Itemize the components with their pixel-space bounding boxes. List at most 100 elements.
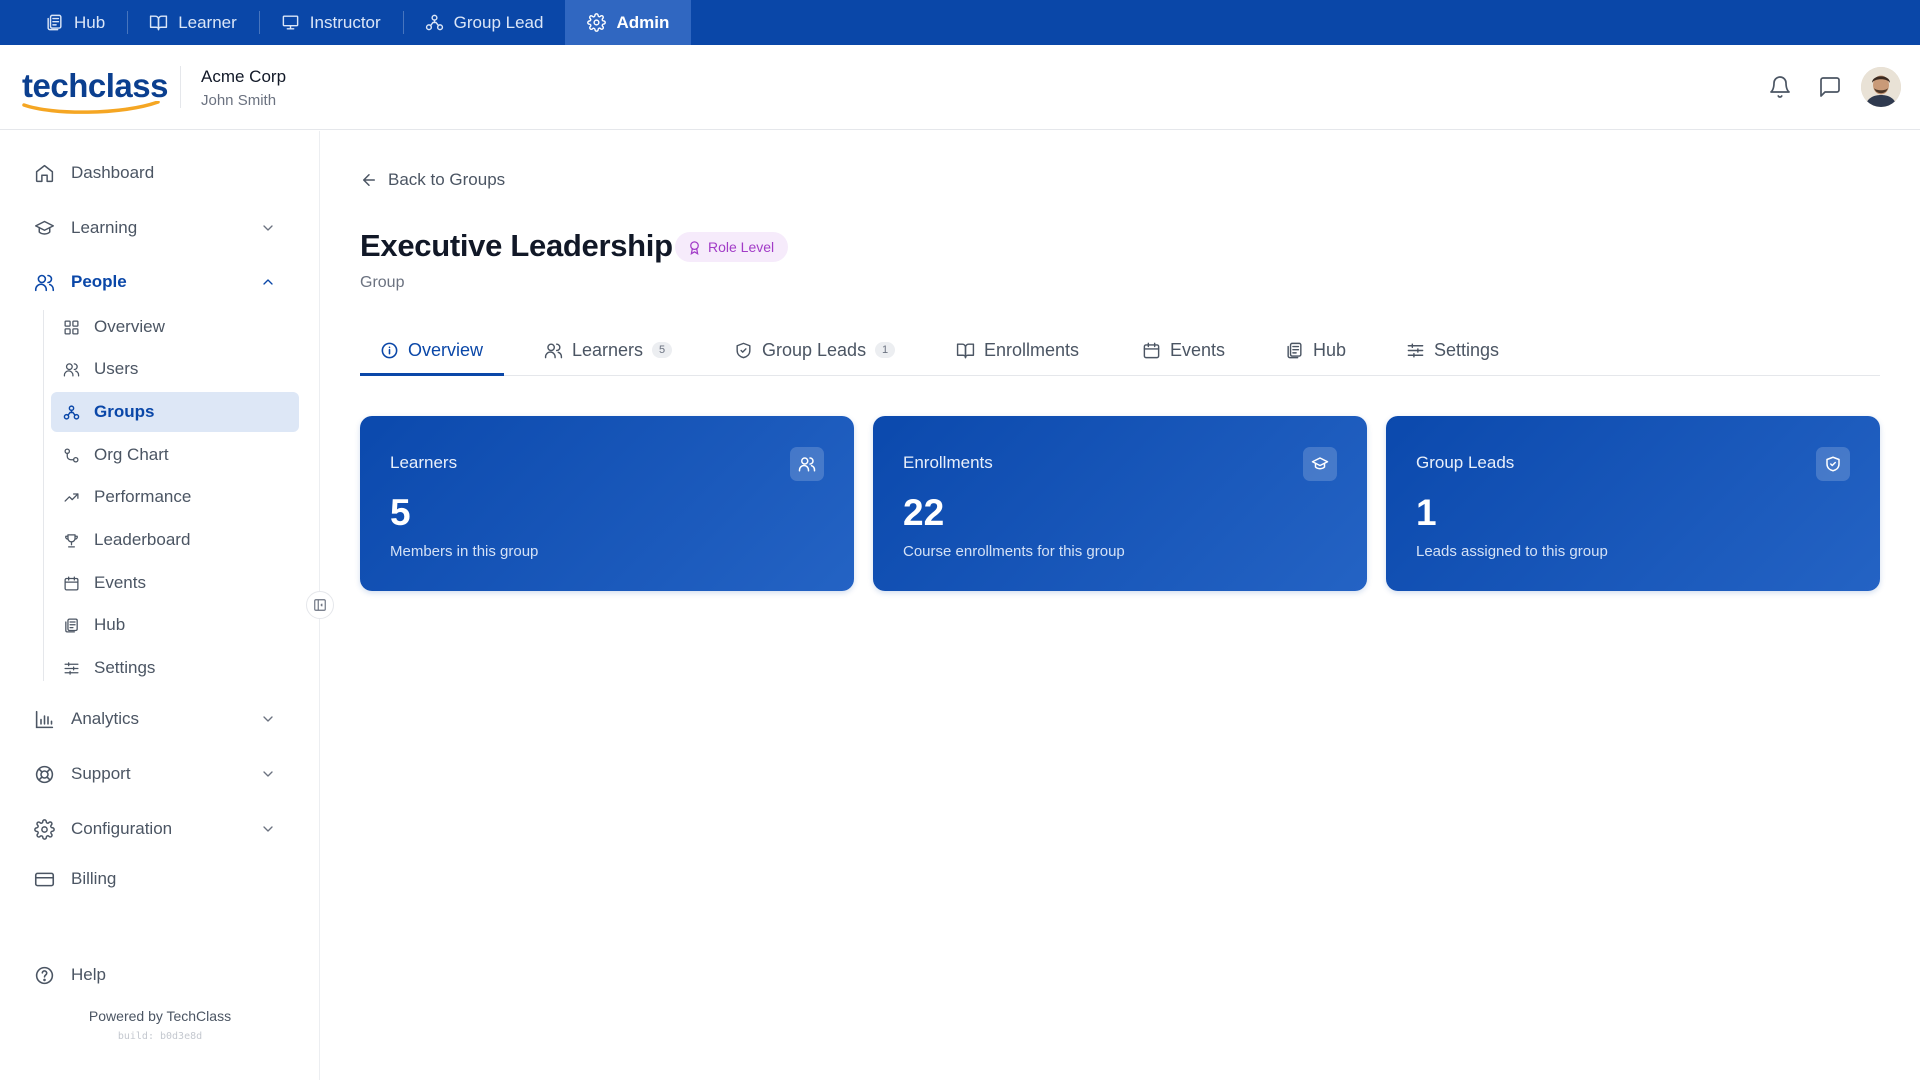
tab-settings[interactable]: Settings bbox=[1406, 324, 1499, 376]
tab-label: Overview bbox=[408, 339, 484, 360]
tab-learners[interactable]: Learners 5 bbox=[544, 324, 673, 376]
group-tabs: Overview Learners 5 Group Leads 1 Enroll… bbox=[360, 324, 1880, 376]
tab-label: Events bbox=[1170, 339, 1226, 360]
role-tab-learner[interactable]: Learner bbox=[127, 0, 259, 45]
stat-card-icon-box bbox=[1303, 447, 1337, 481]
logo-swoosh-icon bbox=[22, 101, 160, 114]
sidebar-item-label: Configuration bbox=[71, 819, 173, 838]
stat-card-label: Group Leads bbox=[1416, 453, 1515, 472]
sidebar-item-label: Help bbox=[71, 965, 106, 984]
stat-card-icon-box bbox=[790, 447, 824, 481]
sidebar-subitem-org-chart[interactable]: Org Chart bbox=[51, 435, 299, 475]
tab-label: Hub bbox=[1313, 339, 1347, 360]
role-tab-instructor[interactable]: Instructor bbox=[258, 0, 403, 45]
hub-icon bbox=[47, 14, 62, 31]
sidebar-subitem-label: Performance bbox=[94, 487, 192, 506]
org-name: Acme Corp bbox=[201, 67, 287, 86]
sidebar-subitem-groups[interactable]: Groups bbox=[51, 392, 299, 432]
bar-chart-icon bbox=[35, 710, 54, 728]
role-switcher-bar: Hub Learner Instructor Group Lead Admin bbox=[0, 0, 1920, 45]
tab-events[interactable]: Events bbox=[1142, 324, 1225, 376]
page-title: Executive Leadership bbox=[360, 228, 673, 263]
tab-enrollments[interactable]: Enrollments bbox=[956, 324, 1079, 376]
sidebar-subitem-label: Groups bbox=[94, 402, 155, 421]
tab-label: Enrollments bbox=[984, 339, 1080, 360]
sidebar-subitem-hub[interactable]: Hub bbox=[51, 605, 299, 645]
stat-card-description: Members in this group bbox=[390, 543, 539, 560]
header-divider bbox=[180, 66, 181, 108]
users-icon bbox=[544, 342, 563, 358]
sidebar-item-label: Learning bbox=[71, 218, 138, 237]
tab-label: Learners bbox=[572, 339, 644, 360]
collapse-sidebar-button[interactable] bbox=[306, 591, 334, 619]
tab-hub[interactable]: Hub bbox=[1285, 324, 1346, 376]
sidebar-subitem-label: Hub bbox=[94, 615, 126, 634]
sidebar-item-label: Billing bbox=[71, 869, 117, 888]
shield-icon bbox=[736, 342, 751, 358]
sidebar-item-help[interactable]: Help bbox=[30, 955, 290, 995]
sidebar-subitem-label: Org Chart bbox=[94, 445, 169, 464]
sidebar-item-people[interactable]: People bbox=[30, 262, 290, 302]
lifebuoy-icon bbox=[35, 765, 54, 783]
sidebar-subitem-overview[interactable]: Overview bbox=[51, 307, 299, 347]
org-switcher[interactable]: Acme Corp John Smith bbox=[201, 67, 286, 109]
role-tab-hub[interactable]: Hub bbox=[23, 0, 127, 45]
sidebar-subitem-leaderboard[interactable]: Leaderboard bbox=[51, 520, 299, 560]
stat-card-icon-box bbox=[1816, 447, 1850, 481]
role-tab-label: Instructor bbox=[309, 12, 381, 32]
sidebar-item-label: Analytics bbox=[71, 709, 140, 728]
sidebar: Dashboard Learning People Overview Users… bbox=[0, 131, 320, 1080]
users-icon bbox=[63, 362, 80, 377]
sidebar-subitem-label: Settings bbox=[94, 658, 156, 677]
tab-label: Settings bbox=[1434, 339, 1500, 360]
sidebar-subitem-performance[interactable]: Performance bbox=[51, 477, 299, 517]
gear-icon bbox=[587, 13, 607, 32]
org-chart-icon bbox=[64, 447, 79, 463]
shield-check-icon bbox=[1826, 456, 1840, 472]
tab-overview[interactable]: Overview bbox=[380, 324, 483, 376]
sidebar-subitem-label: Users bbox=[94, 359, 139, 378]
trophy-icon bbox=[65, 533, 78, 548]
stat-card-value: 5 bbox=[390, 492, 411, 533]
sidebar-item-label: Dashboard bbox=[71, 163, 155, 182]
techclass-logo[interactable]: techclass bbox=[22, 67, 168, 114]
tab-group-leads[interactable]: Group Leads 1 bbox=[734, 324, 896, 376]
credit-card-icon bbox=[34, 872, 55, 886]
chevron-down-icon bbox=[263, 716, 273, 722]
award-icon bbox=[690, 240, 699, 255]
role-level-badge: Role Level bbox=[675, 232, 789, 262]
role-tab-label: Admin bbox=[616, 12, 670, 32]
graduation-cap-icon bbox=[35, 220, 54, 235]
sidebar-item-label: Support bbox=[71, 764, 131, 783]
trend-icon bbox=[64, 492, 79, 502]
message-icon[interactable] bbox=[1818, 75, 1842, 99]
sidebar-subitem-events[interactable]: Events bbox=[51, 563, 299, 603]
sidebar-collapse-icon bbox=[314, 599, 326, 611]
user-avatar[interactable] bbox=[1861, 67, 1901, 107]
sidebar-item-analytics[interactable]: Analytics bbox=[30, 699, 290, 739]
presentation-icon bbox=[282, 15, 299, 30]
current-user-name: John Smith bbox=[201, 92, 277, 109]
role-tab-admin[interactable]: Admin bbox=[565, 0, 692, 45]
sidebar-item-learning[interactable]: Learning bbox=[30, 208, 290, 248]
group-icon bbox=[63, 404, 80, 420]
stat-card-value: 1 bbox=[1416, 492, 1437, 533]
sidebar-subitem-users[interactable]: Users bbox=[51, 349, 299, 389]
bell-icon[interactable] bbox=[1768, 75, 1792, 99]
role-tab-group-lead[interactable]: Group Lead bbox=[402, 0, 566, 45]
home-icon bbox=[35, 164, 54, 182]
tab-label: Group Leads bbox=[762, 339, 867, 360]
stat-card-value: 22 bbox=[903, 492, 945, 533]
group-leads-count-badge: 1 bbox=[875, 342, 896, 358]
sidebar-item-dashboard[interactable]: Dashboard bbox=[30, 153, 290, 193]
info-icon bbox=[381, 342, 398, 358]
back-to-groups-link[interactable]: Back to Groups bbox=[360, 170, 505, 190]
sidebar-item-support[interactable]: Support bbox=[30, 754, 290, 794]
page-subtitle: Group bbox=[360, 274, 405, 291]
stat-card-group-leads: Group Leads 1 Leads assigned to this gro… bbox=[1386, 416, 1880, 591]
hub-icon bbox=[65, 617, 78, 633]
sidebar-item-billing[interactable]: Billing bbox=[30, 859, 290, 899]
sidebar-subitem-settings[interactable]: Settings bbox=[51, 648, 299, 688]
active-tab-indicator bbox=[360, 373, 504, 376]
sidebar-item-configuration[interactable]: Configuration bbox=[30, 809, 290, 849]
